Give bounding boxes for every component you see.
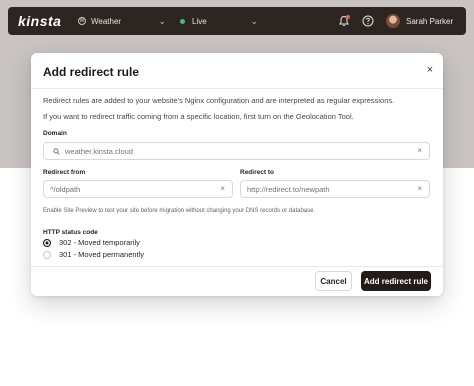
user-avatar[interactable] xyxy=(386,14,400,28)
add-redirect-rule-modal: Add redirect rule × Redirect rules are a… xyxy=(31,53,443,296)
notification-badge xyxy=(346,15,350,19)
wordpress-icon: W xyxy=(78,17,86,25)
search-icon xyxy=(53,147,60,155)
status-option-label: 302 - Moved temporarily xyxy=(59,238,140,247)
domain-select[interactable]: weather.kinsta.cloud × xyxy=(43,142,430,160)
add-redirect-rule-button[interactable]: Add redirect rule xyxy=(361,271,431,291)
chevron-down-icon: ⌄ xyxy=(158,16,166,26)
redirect-to-value: http://redirect.to/newpath xyxy=(247,184,330,194)
redirect-from-input[interactable]: ^/oldpath × xyxy=(43,180,233,198)
clear-redirect-from-icon[interactable]: × xyxy=(220,184,225,193)
status-option-301[interactable]: 301 - Moved permanently xyxy=(43,250,144,259)
radio-302[interactable] xyxy=(43,238,51,247)
status-option-302[interactable]: 302 - Moved temporarily xyxy=(43,238,140,247)
redirect-to-input[interactable]: http://redirect.to/newpath × xyxy=(240,180,430,198)
chevron-down-icon: ⌄ xyxy=(250,16,258,26)
cancel-button[interactable]: Cancel xyxy=(315,271,352,291)
modal-title: Add redirect rule xyxy=(43,65,140,79)
close-icon[interactable]: × xyxy=(427,64,433,76)
http-status-label: HTTP status code xyxy=(43,229,98,236)
geolocation-note: If you want to redirect traffic coming f… xyxy=(43,112,354,121)
modal-footer: Cancel Add redirect rule xyxy=(31,266,443,296)
redirect-from-label: Redirect from xyxy=(43,169,86,176)
modal-header: Add redirect rule × xyxy=(31,53,443,89)
status-option-label: 301 - Moved permanently xyxy=(59,250,145,259)
site-switcher[interactable]: W Weather ⌄ xyxy=(78,7,166,35)
environment-switcher[interactable]: Live ⌄ xyxy=(180,7,260,35)
top-navigation-bar: kinsta W Weather ⌄ Live ⌄ Sarah Parker xyxy=(8,7,466,35)
domain-label: Domain xyxy=(43,130,67,137)
clear-redirect-to-icon[interactable]: × xyxy=(417,184,422,193)
live-status-dot xyxy=(180,18,185,24)
user-name[interactable]: Sarah Parker xyxy=(406,17,453,26)
redirect-to-label: Redirect to xyxy=(240,169,274,176)
domain-value: weather.kinsta.cloud xyxy=(65,146,133,156)
help-icon[interactable] xyxy=(362,15,374,27)
redirect-from-value: ^/oldpath xyxy=(50,184,81,194)
kinsta-logo[interactable]: kinsta xyxy=(18,13,61,29)
modal-description: Redirect rules are added to your website… xyxy=(43,96,395,105)
clear-domain-icon[interactable]: × xyxy=(417,146,422,155)
site-preview-hint: Enable Site Preview to test your site be… xyxy=(43,208,316,214)
site-name: Weather xyxy=(91,16,122,26)
environment-name: Live xyxy=(192,16,207,26)
radio-301[interactable] xyxy=(43,250,51,259)
